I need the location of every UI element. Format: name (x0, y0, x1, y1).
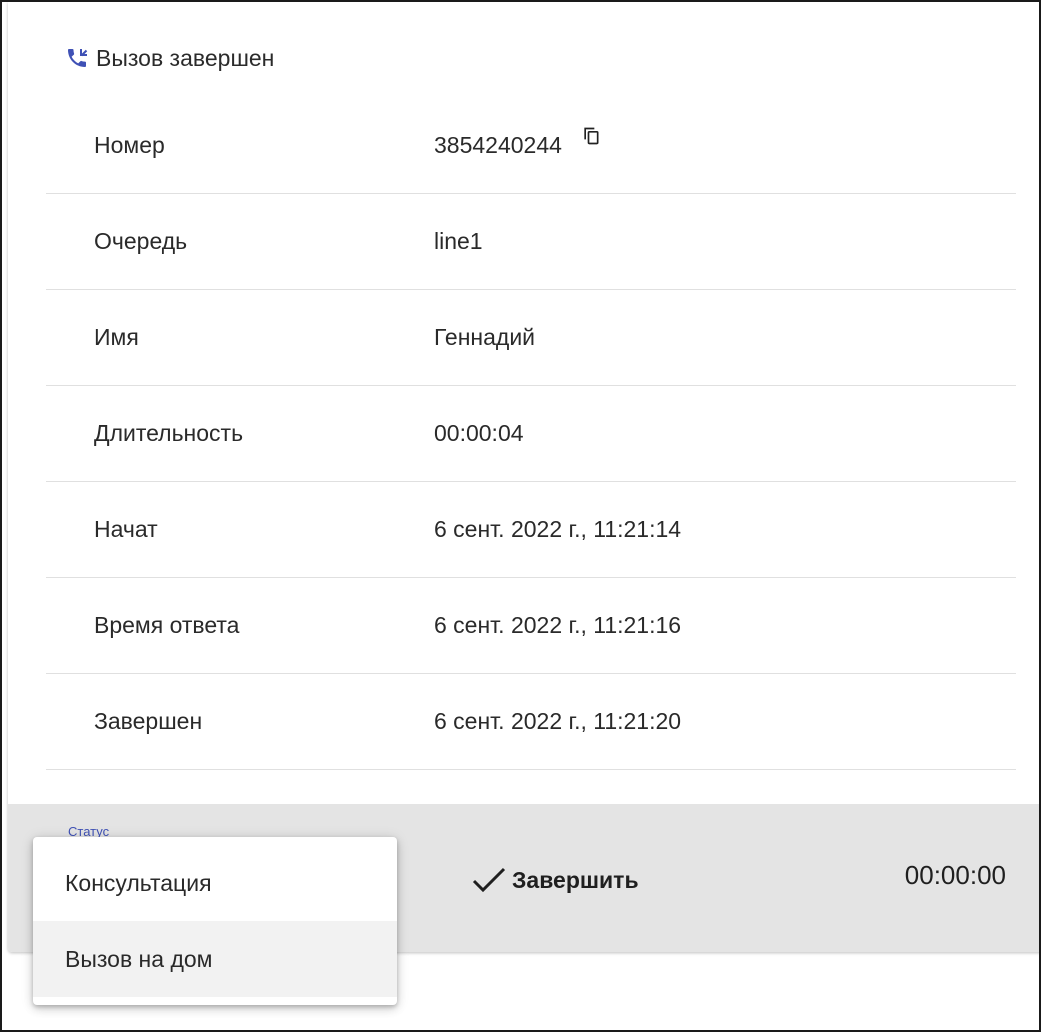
call-timer: 00:00:00 (904, 860, 1006, 890)
detail-value: line1 (434, 228, 483, 254)
detail-row-number: Номер 3854240244 (46, 98, 1016, 194)
status-option-home-visit[interactable]: Вызов на дом (33, 921, 397, 997)
detail-value: 6 сент. 2022 г., 11:21:20 (434, 708, 682, 734)
phone-number-value[interactable]: 3854240244 (434, 132, 562, 159)
app-frame: Вызов завершен Номер 3854240244 Очередь (0, 0, 1041, 1032)
detail-value: 6 сент. 2022 г., 11:21:16 (434, 612, 682, 638)
check-icon (470, 863, 510, 897)
detail-label: Имя (94, 324, 139, 350)
detail-row-name: Имя Геннадий (46, 290, 1016, 386)
detail-label: Длительность (94, 420, 244, 446)
detail-value: 00:00:04 (434, 420, 524, 446)
finish-call-label: Завершить (512, 866, 639, 893)
call-details-list: Номер 3854240244 Очередь line1 Имя Генна… (46, 98, 1016, 770)
detail-row-started: Начат 6 сент. 2022 г., 11:21:14 (46, 482, 1016, 578)
copy-icon[interactable] (580, 125, 602, 147)
detail-label: Начат (94, 516, 158, 542)
status-option-consultation[interactable]: Консультация (33, 845, 397, 921)
detail-value: Геннадий (434, 324, 536, 350)
phone-callback-icon (64, 45, 90, 71)
detail-value: 6 сент. 2022 г., 11:21:14 (434, 516, 682, 542)
finish-call-button[interactable]: Завершить (470, 858, 639, 902)
detail-row-answered: Время ответа 6 сент. 2022 г., 11:21:16 (46, 578, 1016, 674)
detail-row-queue: Очередь line1 (46, 194, 1016, 290)
detail-row-ended: Завершен 6 сент. 2022 г., 11:21:20 (46, 674, 1016, 770)
detail-row-duration: Длительность 00:00:04 (46, 386, 1016, 482)
detail-value: 3854240244 (434, 127, 602, 159)
detail-label: Завершен (94, 708, 203, 734)
call-status-header: Вызов завершен (64, 40, 274, 76)
detail-label: Номер (94, 132, 165, 158)
detail-label: Очередь (94, 228, 188, 254)
call-status-title: Вызов завершен (96, 44, 275, 71)
detail-label: Время ответа (94, 612, 240, 638)
status-dropdown-menu: Консультация Вызов на дом (33, 837, 397, 1005)
